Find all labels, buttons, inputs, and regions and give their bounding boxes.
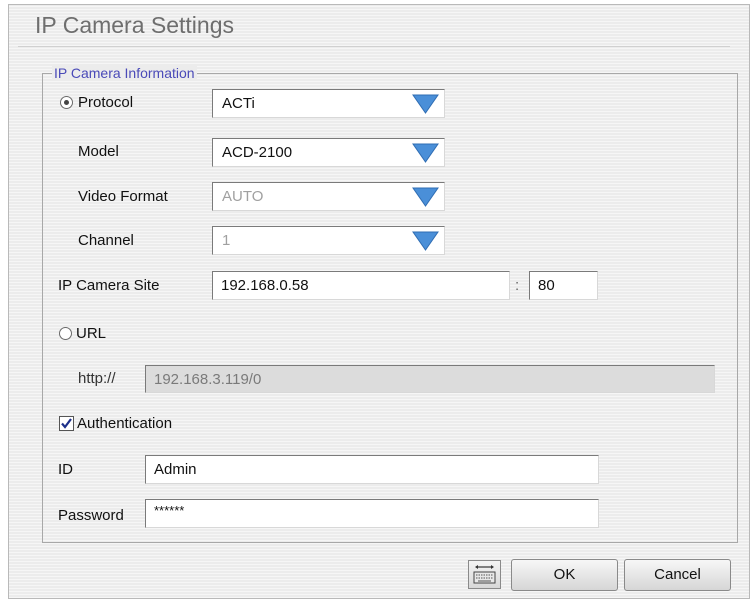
- video-format-select[interactable]: AUTO: [212, 182, 445, 211]
- url-label: URL: [76, 325, 107, 342]
- authentication-label: Authentication: [77, 415, 173, 432]
- channel-label: Channel: [78, 232, 134, 249]
- checkmark-icon: [61, 418, 72, 429]
- protocol-value: ACTi: [222, 95, 255, 112]
- keyboard-icon-button[interactable]: [468, 560, 501, 589]
- protocol-select[interactable]: ACTi: [212, 89, 445, 118]
- dialog-title: IP Camera Settings: [35, 12, 235, 38]
- url-input[interactable]: 192.168.3.119/0: [145, 365, 715, 393]
- group-legend: IP Camera Information: [52, 65, 197, 81]
- id-value: Admin: [154, 461, 197, 478]
- port-input[interactable]: 80: [529, 271, 598, 300]
- keyboard-icon: [473, 565, 496, 584]
- model-select[interactable]: ACD-2100: [212, 138, 445, 167]
- cancel-button[interactable]: Cancel: [624, 559, 731, 591]
- id-input[interactable]: Admin: [145, 455, 599, 484]
- title-divider: [18, 46, 730, 47]
- port-separator: :: [515, 277, 520, 294]
- dropdown-arrow-icon[interactable]: [412, 186, 439, 207]
- protocol-label: Protocol: [78, 94, 134, 111]
- password-input[interactable]: ******: [145, 499, 599, 528]
- authentication-checkbox[interactable]: [59, 416, 74, 431]
- protocol-radio[interactable]: [60, 96, 73, 109]
- dropdown-arrow-icon[interactable]: [412, 230, 439, 251]
- ip-address-input[interactable]: 192.168.0.58: [212, 271, 510, 300]
- ip-address-value: 192.168.0.58: [221, 277, 309, 294]
- dropdown-arrow-icon[interactable]: [412, 93, 439, 114]
- password-value: ******: [154, 503, 185, 518]
- dropdown-arrow-icon[interactable]: [412, 142, 439, 163]
- password-label: Password: [58, 507, 124, 524]
- url-radio[interactable]: [59, 327, 72, 340]
- channel-value: 1: [222, 232, 231, 249]
- port-value: 80: [538, 277, 555, 294]
- model-value: ACD-2100: [222, 144, 293, 161]
- video-format-value: AUTO: [222, 188, 264, 205]
- model-label: Model: [78, 143, 119, 160]
- ok-button[interactable]: OK: [511, 559, 618, 591]
- radio-selected-dot: [64, 100, 69, 105]
- ip-camera-site-label: IP Camera Site: [58, 277, 160, 294]
- channel-select[interactable]: 1: [212, 226, 445, 255]
- url-value: 192.168.3.119/0: [154, 371, 262, 388]
- url-prefix: http://: [78, 370, 116, 387]
- id-label: ID: [58, 461, 73, 478]
- video-format-label: Video Format: [78, 188, 168, 205]
